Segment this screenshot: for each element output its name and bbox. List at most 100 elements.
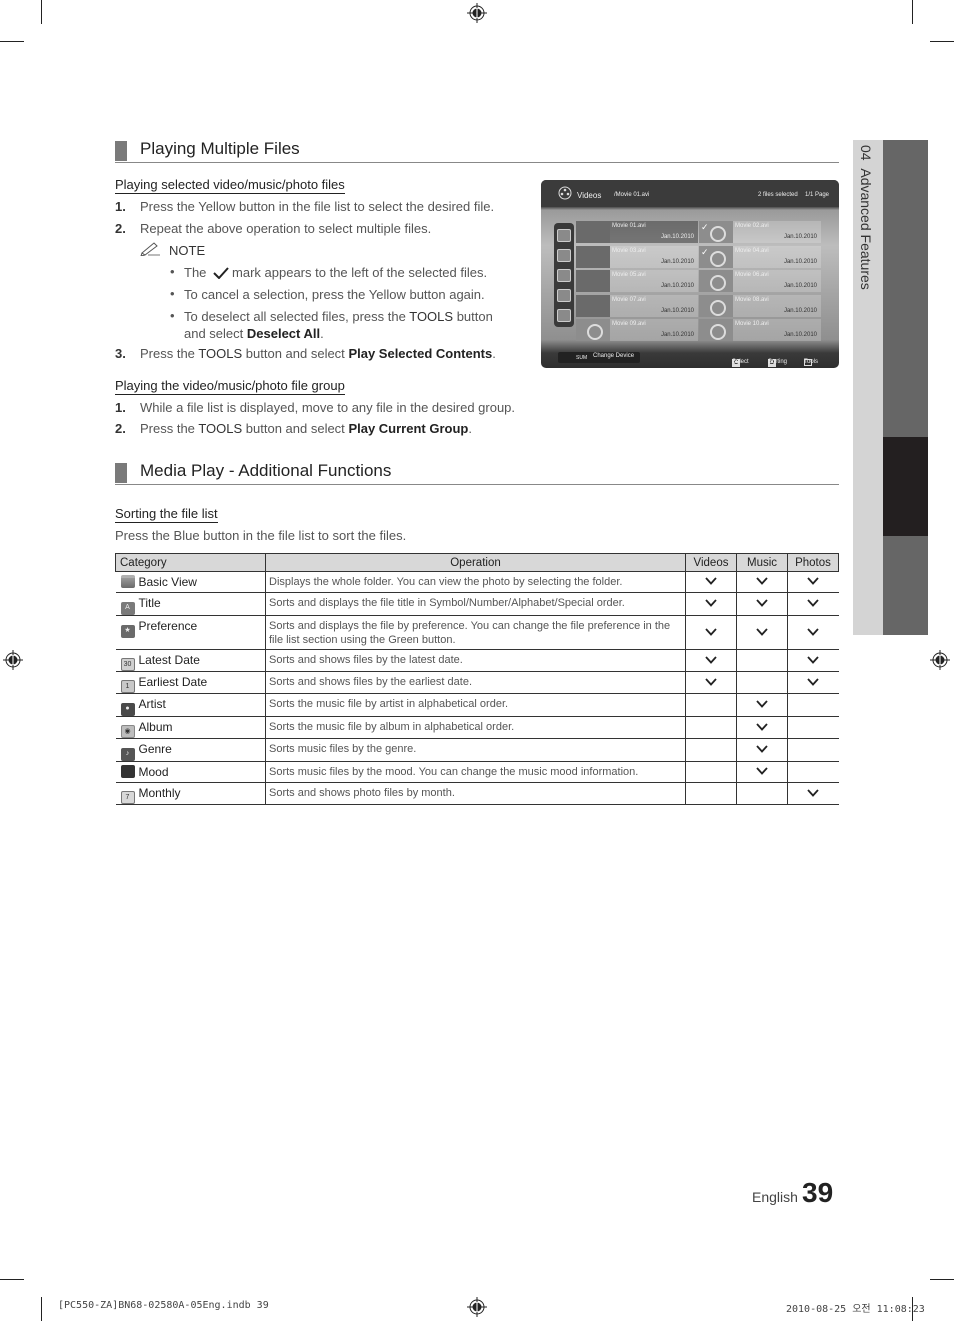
- videos-cell: [685, 738, 737, 762]
- photos-cell: [787, 716, 839, 739]
- checkmark-icon: [807, 627, 819, 636]
- tv-file-item: Movie 05.avi Jan.10.2010: [576, 270, 698, 292]
- crop-mark: [41, 0, 42, 24]
- category-cell: ★ Preference: [115, 615, 266, 650]
- checkmark-icon: [756, 767, 768, 775]
- checkmark-icon: [756, 722, 768, 731]
- table-row: A Title Sorts and displays the file title …: [115, 592, 839, 616]
- category-cell: 7 Monthly: [115, 782, 266, 805]
- tv-screenshot: Videos /Movie 01.avi 2 files selected 1/…: [541, 180, 839, 368]
- category-cell: ◉ Album: [115, 716, 266, 739]
- category-cell: ♪ Genre: [115, 738, 266, 762]
- operation-cell: Sorts and shows files by the latest date…: [265, 649, 686, 672]
- tv-change-device: Change Device: [593, 353, 635, 359]
- calendar-30-icon: 30: [120, 658, 135, 671]
- subheading-file-group: Playing the video/music/photo file group: [115, 378, 345, 395]
- tv-file-item: Movie 03.avi Jan.10.2010: [576, 245, 698, 268]
- operation-cell: Sorts the music file by artist in alphab…: [265, 693, 686, 717]
- title-az-icon: A: [120, 602, 135, 615]
- calendar-1-icon: [557, 289, 571, 302]
- film-reel-icon: [576, 319, 610, 341]
- tv-file-item: Movie 07.avi Jan.10.2010: [576, 294, 698, 317]
- tv-file-date: Jan.10.2010: [660, 307, 694, 314]
- tv-file-date: Jan.10.2010: [660, 332, 694, 338]
- tv-file-name: Movie 03.avi: [612, 247, 646, 254]
- tv-file-date: Jan.10.2010: [660, 258, 694, 265]
- videos-cell: [685, 592, 737, 616]
- checkmark-icon: [756, 577, 768, 585]
- operation-cell: Sorts and displays the file title in Sym…: [265, 592, 686, 616]
- video-thumbnail: [576, 245, 610, 268]
- table-row: 7 Monthly Sorts and shows photo files by m…: [115, 782, 839, 805]
- videos-cell: [685, 782, 737, 805]
- tv-file-item: Movie 01.avi Jan.10.2010: [576, 221, 698, 243]
- folder-icon: [120, 575, 135, 588]
- table-row: 1 Earliest Date Sorts and shows files by t…: [115, 671, 839, 694]
- film-reel-icon: [699, 319, 733, 341]
- tv-footer: SUM Change Device C Select D Sorting Tools: [541, 346, 839, 368]
- photos-cell: [787, 571, 839, 593]
- star-icon: [557, 309, 571, 322]
- star-icon: ★: [120, 625, 135, 638]
- table-header-row: Category Operation Videos Music Photos: [115, 553, 839, 572]
- crop-mark: [0, 41, 24, 42]
- subheading-selected-files: Playing selected video/music/photo files: [115, 177, 345, 194]
- checkmark-icon: ✓: [701, 222, 709, 232]
- photos-cell: [787, 592, 839, 616]
- operation-cell: Sorts the music file by album in alphabe…: [265, 716, 686, 739]
- videos-cell: [685, 615, 737, 650]
- checkmark-icon: [807, 577, 819, 585]
- checkmark-icon: [705, 627, 717, 636]
- tv-file-name: Movie 02.avi: [735, 223, 769, 229]
- mood-icon: [120, 765, 135, 778]
- operation-cell: Sorts music files by the mood. You can c…: [265, 761, 686, 783]
- category-cell: 1 Earliest Date: [115, 671, 266, 694]
- operation-cell: Sorts and shows files by the earliest da…: [265, 671, 686, 694]
- category-cell: Basic View: [115, 571, 266, 593]
- imprint-left: [PC550-ZA]BN68-02580A-05Eng.indb 39: [58, 1300, 269, 1311]
- checkmark-icon: [807, 788, 819, 797]
- checkmark-icon: [756, 599, 768, 607]
- checkmark-icon: [756, 627, 768, 636]
- checkmark-icon: [705, 677, 717, 686]
- tv-device-label: SUM: [576, 355, 588, 361]
- tv-path: /Movie 01.avi: [614, 192, 650, 198]
- music-cell: [736, 671, 788, 694]
- registration-mark-icon: [467, 3, 487, 23]
- category-cell: A Title: [115, 592, 266, 616]
- film-reel-icon: [699, 270, 733, 292]
- music-cell: [736, 592, 788, 616]
- music-cell: [736, 615, 788, 650]
- photos-cell: [787, 738, 839, 762]
- crop-mark: [912, 0, 913, 24]
- checkmark-icon: ✓: [701, 246, 709, 257]
- video-thumbnail: [576, 294, 610, 317]
- checkmark-icon: [213, 267, 229, 280]
- chapter-label: 04 Advanced Features: [858, 145, 874, 290]
- videos-cell: [685, 671, 737, 694]
- tv-selected-count: 2 files selected: [758, 192, 798, 198]
- section-heading-media-play: Media Play - Additional Functions: [115, 461, 839, 485]
- photos-cell: [787, 693, 839, 717]
- table-row: ★ Preference Sorts and displays the file b…: [115, 615, 839, 650]
- checkmark-icon: [807, 599, 819, 607]
- header-photos: Photos: [787, 553, 839, 572]
- registration-mark-icon: [467, 1297, 487, 1317]
- tv-title: Videos: [577, 191, 602, 200]
- videos-cell: [685, 571, 737, 593]
- videos-cell: [685, 716, 737, 739]
- checkmark-icon: [705, 599, 717, 607]
- chapter-tab-block: [883, 140, 928, 437]
- header-videos: Videos: [685, 553, 737, 572]
- music-cell: [736, 716, 788, 739]
- operation-cell: Sorts and shows photo files by month.: [265, 782, 686, 805]
- music-cell: [736, 761, 788, 783]
- music-cell: [736, 738, 788, 762]
- film-reel-icon: [699, 294, 733, 317]
- heading-bar: [115, 141, 127, 161]
- checkmark-icon: [756, 745, 768, 753]
- registration-mark-icon: [930, 650, 950, 670]
- tv-file-date: Jan.10.2010: [660, 234, 694, 240]
- category-cell: ● Artist: [115, 693, 266, 717]
- album-icon: ◉: [120, 725, 135, 738]
